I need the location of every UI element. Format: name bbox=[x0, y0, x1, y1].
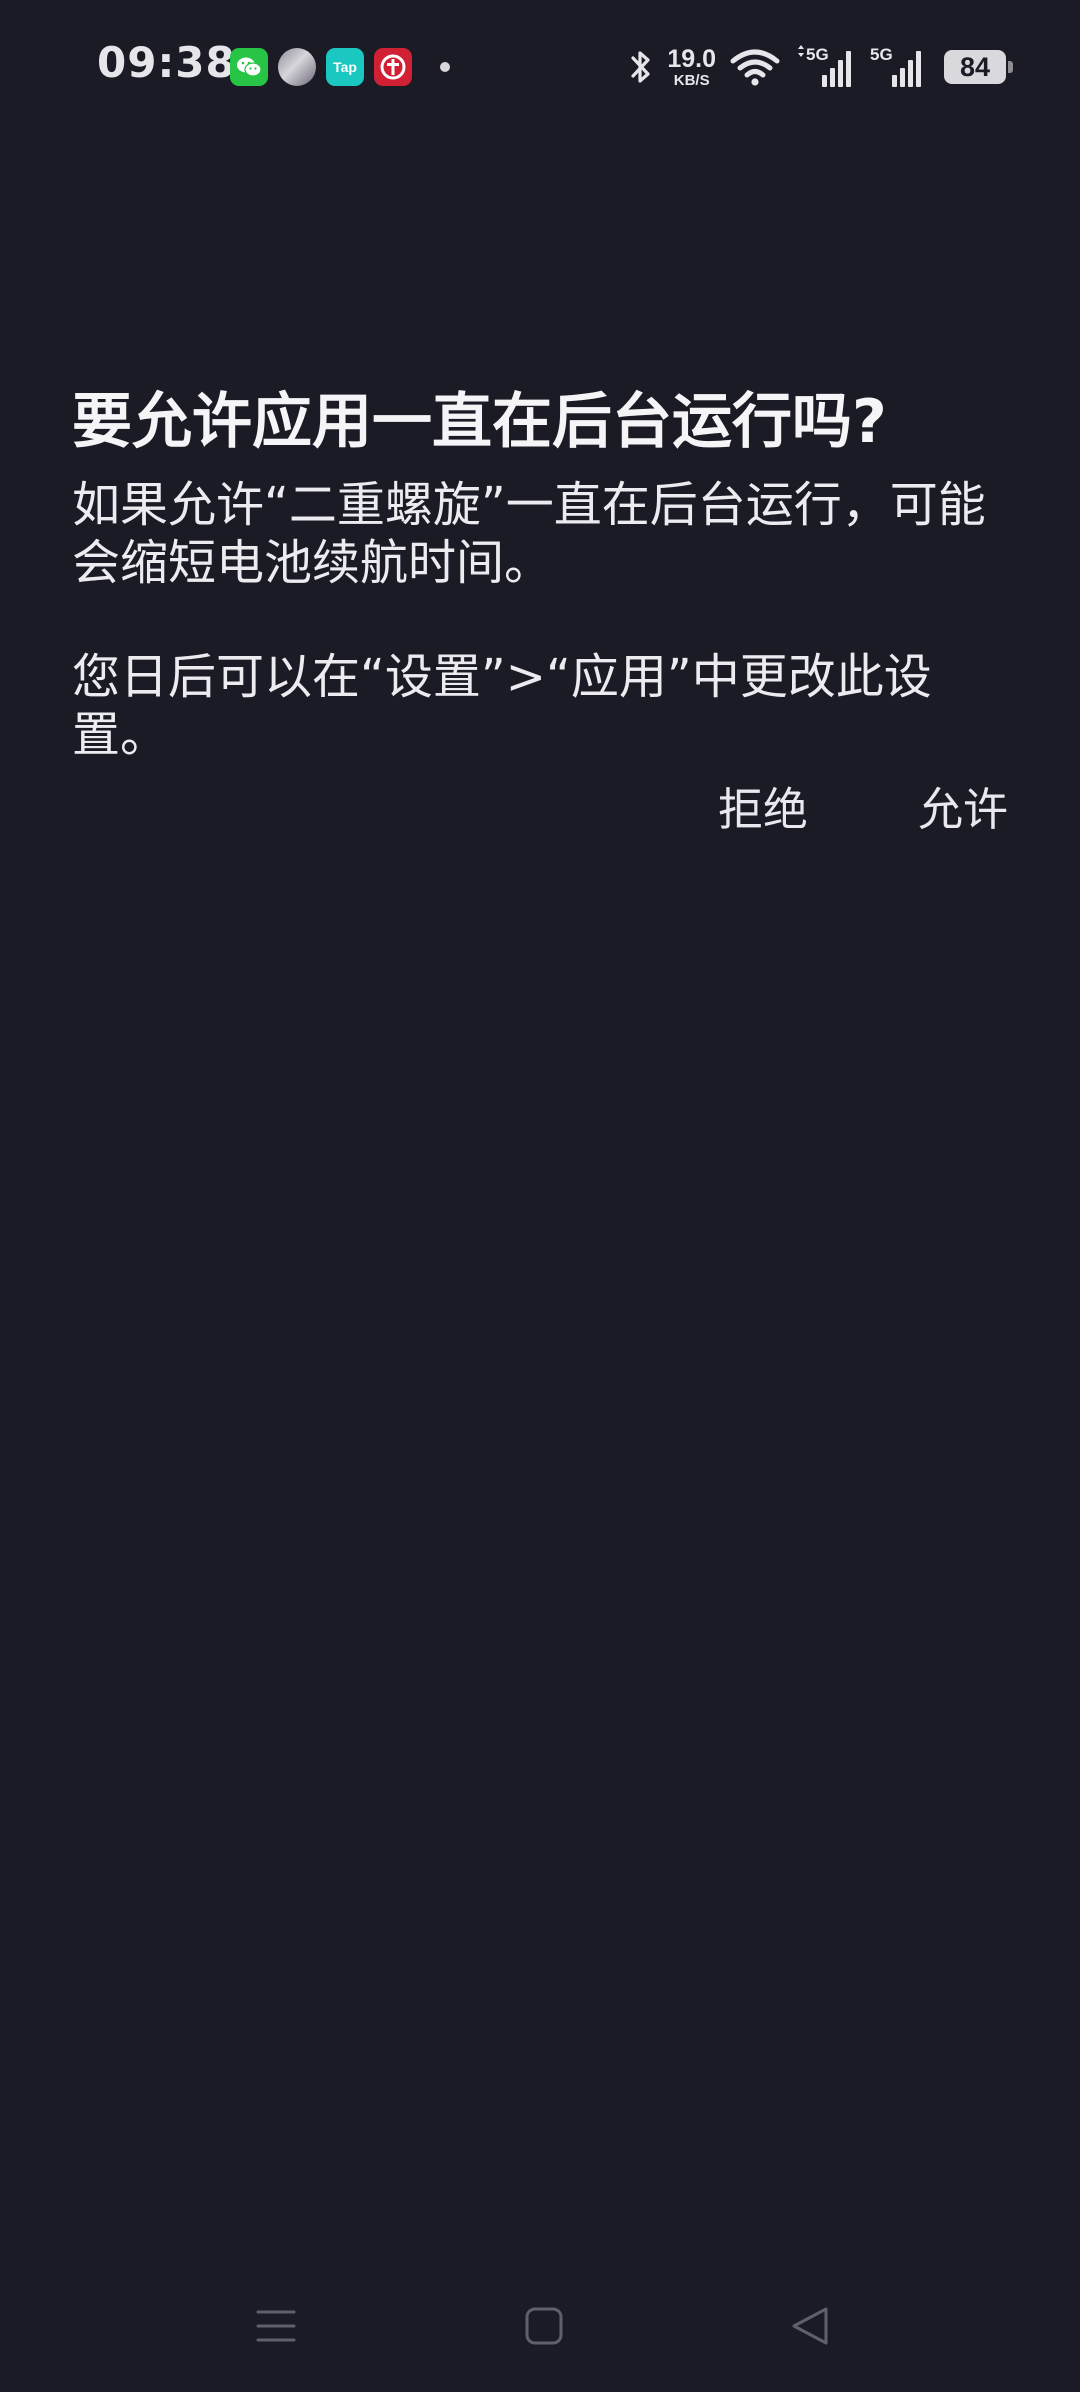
back-icon bbox=[792, 2307, 828, 2345]
status-time: 09:38 bbox=[97, 38, 236, 87]
signal-1-icon: 5G bbox=[794, 45, 856, 89]
railway-icon bbox=[374, 48, 412, 86]
dialog-title: 要允许应用一直在后台运行吗? bbox=[72, 387, 887, 457]
signal-1-label: 5G bbox=[806, 45, 829, 64]
background-permission-dialog: 要允许应用一直在后台运行吗? 如果允许“二重螺旋”一直在后台运行，可能会缩短电池… bbox=[72, 380, 1008, 836]
network-speed: 19.0 KB/S bbox=[667, 44, 716, 89]
navigation-bar bbox=[0, 2280, 1080, 2370]
more-notifications-dot bbox=[440, 62, 450, 72]
status-bar: 09:38 Tap 19.0 KB/S 5G 5G 84 bbox=[0, 0, 1080, 136]
menu-button[interactable] bbox=[246, 2296, 306, 2356]
back-button[interactable] bbox=[780, 2296, 840, 2356]
network-speed-unit: KB/S bbox=[673, 71, 710, 89]
allow-button[interactable]: 允许 bbox=[918, 780, 1008, 840]
notification-icons: Tap bbox=[230, 48, 450, 86]
bluetooth-icon bbox=[629, 47, 653, 87]
taptap-icon: Tap bbox=[326, 48, 364, 86]
network-speed-value: 19.0 bbox=[667, 44, 716, 73]
wifi-icon bbox=[730, 47, 780, 87]
menu-icon bbox=[256, 2310, 296, 2342]
signal-2-label: 5G bbox=[870, 45, 893, 64]
home-icon bbox=[525, 2307, 563, 2345]
dialog-hint: 您日后可以在“设置”>“应用”中更改此设置。 bbox=[72, 649, 932, 763]
home-button[interactable] bbox=[514, 2296, 574, 2356]
wechat-icon bbox=[230, 48, 268, 86]
deny-button[interactable]: 拒绝 bbox=[718, 780, 808, 840]
battery-icon: 84 bbox=[944, 50, 1013, 84]
signal-2-icon: 5G bbox=[870, 45, 926, 89]
dialog-message: 如果允许“二重螺旋”一直在后台运行，可能会缩短电池续航时间。 bbox=[72, 477, 986, 591]
system-icons: 19.0 KB/S 5G 5G 84 bbox=[629, 42, 1013, 92]
dialog-actions: 拒绝 允许 bbox=[718, 780, 1008, 840]
game-avatar-icon bbox=[278, 48, 316, 86]
